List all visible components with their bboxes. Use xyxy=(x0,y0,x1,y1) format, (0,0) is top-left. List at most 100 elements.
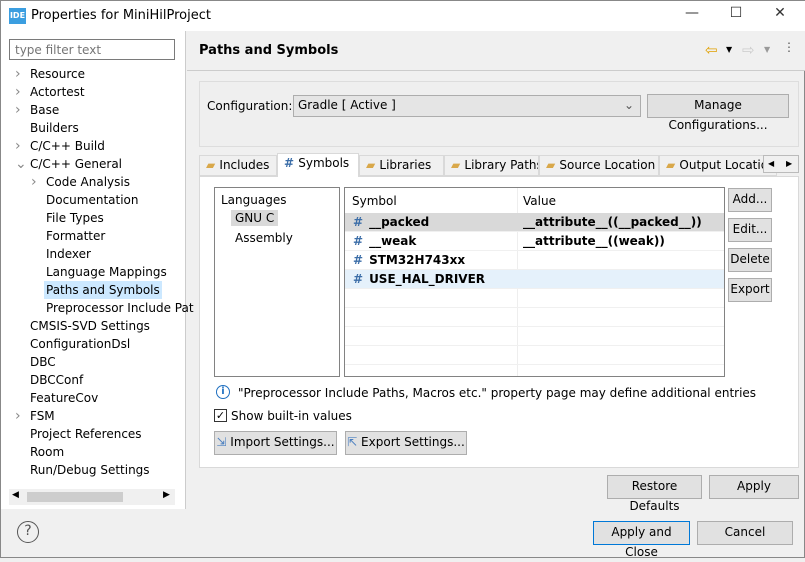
tree-item[interactable]: Code Analysis xyxy=(44,173,132,191)
table-row[interactable]: # USE_HAL_DRIVER xyxy=(345,270,724,289)
tree-item[interactable]: Language Mappings xyxy=(44,263,169,281)
tab-bar: ▰ Includes # Symbols ▰ Libraries ▰ Library … xyxy=(199,153,799,177)
apply-button[interactable]: Apply xyxy=(709,475,799,499)
tree-item[interactable]: File Types xyxy=(44,209,106,227)
horizontal-scrollbar[interactable]: ◀ ▶ xyxy=(9,489,175,505)
manage-configurations-button[interactable]: Manage Configurations... xyxy=(647,94,789,132)
table-row[interactable]: # __weak __attribute__((weak)) xyxy=(345,232,724,251)
tree-item[interactable]: DBC xyxy=(28,353,58,371)
edit-button[interactable]: Edit... xyxy=(728,218,772,242)
tree-item[interactable]: CMSIS-SVD Settings xyxy=(28,317,152,335)
tree-item[interactable]: Preprocessor Include Pat xyxy=(44,299,196,317)
main-panel: Paths and Symbols ⇦ ▼ ⇨ ▼ ⋮ Configuratio… xyxy=(187,31,805,513)
tree-item[interactable]: Actortest xyxy=(28,83,87,101)
hash-icon: # xyxy=(353,234,364,248)
app-icon: IDE xyxy=(9,8,26,24)
title-bar: IDE Properties for MiniHilProject — ☐ ✕ xyxy=(1,1,805,31)
back-dropdown-icon[interactable]: ▼ xyxy=(726,45,732,54)
tree-item[interactable]: Builders xyxy=(28,119,81,137)
empty-row xyxy=(345,308,724,327)
minimize-button[interactable]: — xyxy=(677,5,707,27)
folder-icon: ▰ xyxy=(451,158,465,172)
chevron-right-icon[interactable]: › xyxy=(15,66,21,82)
tab-scroll-right-icon[interactable]: ▶ xyxy=(786,156,792,172)
tab-libraries[interactable]: ▰ Libraries xyxy=(359,155,444,176)
import-settings-button[interactable]: ⇲ Import Settings... xyxy=(214,431,337,455)
window-title: Properties for MiniHilProject xyxy=(31,8,211,23)
language-gnu-c[interactable]: GNU C xyxy=(231,210,279,226)
symbols-table: Symbol Value # __packed __attribute__((__p… xyxy=(344,187,725,377)
tab-source-location[interactable]: ▰ Source Location xyxy=(539,155,659,176)
tab-label: Includes xyxy=(219,158,270,172)
add-button[interactable]: Add... xyxy=(728,188,772,212)
show-builtin-label: Show built-in values xyxy=(231,409,352,423)
tree-item[interactable]: Run/Debug Settings xyxy=(28,461,152,479)
tree-item[interactable]: C/C++ Build xyxy=(28,137,107,155)
chevron-right-icon[interactable]: › xyxy=(15,84,21,100)
scroll-right-icon[interactable]: ▶ xyxy=(163,490,170,500)
tab-library-paths[interactable]: ▰ Library Paths xyxy=(444,155,539,176)
tree-item[interactable]: Project References xyxy=(28,425,144,443)
tab-scroll-left-icon[interactable]: ◀ xyxy=(768,156,774,172)
import-icon: ⇲ xyxy=(216,435,231,449)
scroll-left-icon[interactable]: ◀ xyxy=(12,490,19,500)
chevron-right-icon[interactable]: › xyxy=(31,174,37,190)
language-assembly[interactable]: Assembly xyxy=(231,230,297,246)
tab-includes[interactable]: ▰ Includes xyxy=(199,155,277,176)
tab-output-locatio[interactable]: ▰ Output Locatio xyxy=(659,155,777,176)
filter-input[interactable] xyxy=(9,39,175,60)
forward-arrow-icon[interactable]: ⇨ xyxy=(742,41,755,59)
tree-item[interactable]: C/C++ General xyxy=(28,155,124,173)
symbol-value: __attribute__((__packed__)) xyxy=(523,215,702,229)
column-header-value[interactable]: Value xyxy=(523,194,556,208)
symbol-value: __attribute__((weak)) xyxy=(523,234,665,248)
languages-header: Languages xyxy=(221,193,287,207)
tree-item[interactable]: Indexer xyxy=(44,245,93,263)
show-builtin-checkbox[interactable]: ✓ xyxy=(214,409,227,422)
forward-dropdown-icon[interactable]: ▼ xyxy=(764,45,770,54)
scrollbar-thumb[interactable] xyxy=(27,492,123,502)
empty-row xyxy=(345,346,724,365)
delete-button[interactable]: Delete xyxy=(728,248,772,272)
tree-item[interactable]: DBCConf xyxy=(28,371,85,389)
tree-item[interactable]: Documentation xyxy=(44,191,141,209)
tree-item[interactable]: FSM xyxy=(28,407,57,425)
configuration-label: Configuration: xyxy=(207,99,293,113)
maximize-button[interactable]: ☐ xyxy=(721,5,751,27)
symbols-tab-panel: Languages GNU C Assembly Symbol Value # _… xyxy=(199,176,799,468)
folder-icon: ▰ xyxy=(546,158,560,172)
tree-item[interactable]: ConfigurationDsl xyxy=(28,335,132,353)
configuration-select[interactable]: Gradle [ Active ] ⌄ xyxy=(293,95,641,117)
tab-symbols[interactable]: # Symbols xyxy=(277,153,359,177)
export-settings-button[interactable]: ⇱ Export Settings... xyxy=(345,431,467,455)
cancel-button[interactable]: Cancel xyxy=(697,521,793,545)
tree-item[interactable]: FeatureCov xyxy=(28,389,100,407)
tree-item[interactable]: Resource xyxy=(28,65,87,83)
tab-label: Symbols xyxy=(298,156,350,170)
tree-item[interactable]: Paths and Symbols xyxy=(44,281,162,299)
more-menu-icon[interactable]: ⋮ xyxy=(783,40,795,54)
folder-icon: ▰ xyxy=(206,158,220,172)
restore-defaults-button[interactable]: Restore Defaults xyxy=(607,475,702,513)
help-icon[interactable]: ? xyxy=(17,521,39,543)
chevron-right-icon[interactable]: › xyxy=(15,408,21,424)
apply-and-close-button[interactable]: Apply and Close xyxy=(593,521,690,559)
tree-item[interactable]: Base xyxy=(28,101,61,119)
page-header: Paths and Symbols ⇦ ▼ ⇨ ▼ ⋮ xyxy=(187,31,805,71)
tree-item[interactable]: Room xyxy=(28,443,66,461)
export-button[interactable]: Export xyxy=(728,278,772,302)
symbol-name: __packed xyxy=(369,215,430,229)
chevron-right-icon[interactable]: › xyxy=(15,102,21,118)
empty-row xyxy=(345,289,724,308)
page-title: Paths and Symbols xyxy=(199,43,339,58)
symbol-name: __weak xyxy=(369,234,417,248)
table-row[interactable]: # __packed __attribute__((__packed__)) xyxy=(345,213,724,232)
column-header-symbol[interactable]: Symbol xyxy=(352,194,397,208)
tree-item[interactable]: Formatter xyxy=(44,227,107,245)
chevron-right-icon[interactable]: › xyxy=(15,138,21,154)
table-row[interactable]: # STM32H743xx xyxy=(345,251,724,270)
symbol-name: STM32H743xx xyxy=(369,253,466,267)
back-arrow-icon[interactable]: ⇦ xyxy=(705,41,718,59)
close-button[interactable]: ✕ xyxy=(765,5,795,27)
chevron-down-icon[interactable]: ⌄ xyxy=(15,156,27,172)
